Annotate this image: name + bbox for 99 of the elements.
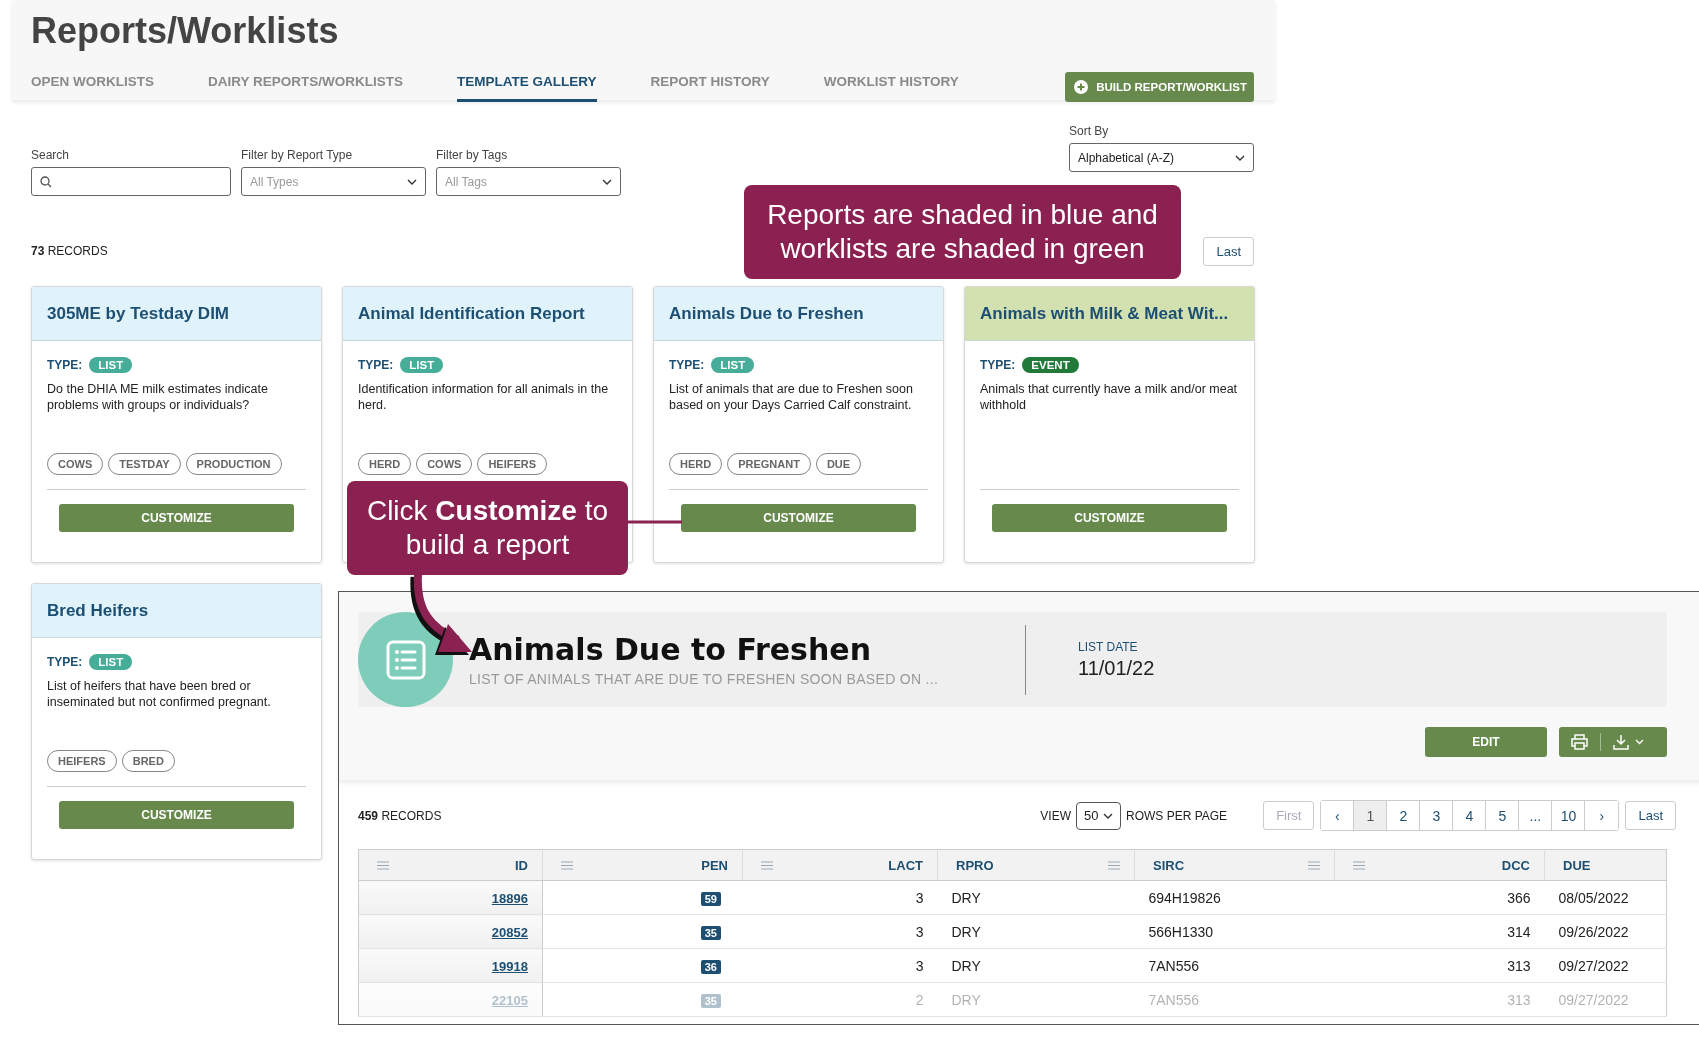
- records-count: 459 RECORDS: [358, 808, 442, 823]
- card-description: List of animals that are due to Freshen soon based on your Days Carried Calf constraint.: [669, 381, 914, 414]
- column-header[interactable]: SIRC: [1153, 857, 1185, 873]
- page-title: Reports/Worklists: [31, 10, 340, 53]
- card-description: List of heifers that have been bred or inseminated but not confirmed pregnant.: [47, 678, 272, 711]
- card-title: Animal Identification Report: [343, 287, 632, 341]
- pen-badge: 36: [700, 959, 721, 974]
- table-cell: 313: [1507, 957, 1531, 974]
- menu-icon[interactable]: [761, 860, 773, 870]
- column-header[interactable]: LACT: [888, 857, 923, 873]
- report-title: Animals Due to Freshen: [469, 632, 873, 667]
- field-label: Filter by Report Type: [241, 148, 354, 162]
- menu-icon[interactable]: [1108, 860, 1120, 870]
- table-cell: 314: [1507, 923, 1531, 940]
- table-cell: 566H1330: [1148, 923, 1214, 940]
- table-cell: 3: [915, 957, 924, 974]
- type-label: TYPE:: [47, 655, 83, 669]
- records-count: 73 RECORDS: [31, 244, 108, 258]
- table-cell: DRY: [951, 991, 981, 1008]
- view-label: VIEW: [1040, 808, 1071, 823]
- field-label: Filter by Tags: [436, 148, 509, 162]
- type-badge: LIST: [89, 357, 133, 373]
- table-cell: 7AN556: [1148, 957, 1200, 974]
- menu-icon[interactable]: [1353, 860, 1365, 870]
- table-cell: 7AN556: [1148, 991, 1200, 1008]
- column-header[interactable]: PEN: [701, 857, 728, 873]
- search-field[interactable]: [31, 167, 231, 196]
- caret-icon: [1235, 154, 1245, 161]
- field-label: Sort By: [1069, 124, 1110, 138]
- caret-icon: [407, 178, 417, 185]
- pen-badge: 35: [700, 925, 721, 940]
- table-cell: 09/27/2022: [1558, 957, 1629, 974]
- customize-button[interactable]: CUSTOMIZE: [59, 504, 294, 532]
- list-icon: [358, 612, 453, 707]
- table-cell: 3: [915, 923, 924, 940]
- table-cell: 3: [915, 889, 924, 906]
- customize-button[interactable]: CUSTOMIZE: [59, 801, 294, 829]
- menu-icon[interactable]: [1308, 860, 1320, 870]
- type-badge: LIST: [711, 357, 755, 373]
- table-cell: 694H19826: [1148, 889, 1221, 906]
- type-badge: EVENT: [1022, 357, 1079, 373]
- card-description: Identification information for all animals in the herd.: [358, 381, 610, 414]
- pen-badge: 59: [700, 891, 721, 906]
- card-title: Animals Due to Freshen: [654, 287, 943, 341]
- download-icon: [1613, 734, 1629, 750]
- sort-dropdown[interactable]: Alphabetical (A-Z): [1069, 143, 1254, 172]
- rows-per-page-dropdown[interactable]: 50: [1076, 801, 1121, 830]
- callout-text: Reports are shaded in blue and worklists are shaded in green: [766, 198, 1159, 266]
- menu-icon[interactable]: [377, 860, 389, 870]
- column-header[interactable]: ID: [515, 857, 528, 873]
- last-page-button[interactable]: Last: [1203, 236, 1254, 266]
- type-label: TYPE:: [980, 358, 1016, 372]
- type-label: TYPE:: [358, 358, 394, 372]
- print-icon: [1571, 734, 1588, 750]
- field-label: Search: [31, 148, 71, 162]
- table-cell: 2: [915, 991, 924, 1008]
- column-header[interactable]: RPRO: [956, 857, 994, 873]
- report-subtitle: LIST OF ANIMALS THAT ARE DUE TO FRESHEN SOON BASED ON ...: [469, 671, 940, 687]
- search-icon: [40, 175, 52, 188]
- type-badge: LIST: [400, 357, 444, 373]
- pen-badge: 35: [700, 993, 721, 1008]
- card-description: Do the DHIA ME milk estimates indicate problems with groups or individuals?: [47, 381, 269, 414]
- table-cell: 313: [1507, 991, 1531, 1008]
- table-cell: DRY: [951, 923, 981, 940]
- rows-per-page-label: ROWS PER PAGE: [1126, 808, 1228, 823]
- card-title: Animals with Milk & Meat Wit...: [965, 287, 1254, 341]
- list-date: 11/01/22: [1078, 656, 1155, 680]
- customize-button[interactable]: CUSTOMIZE: [681, 504, 916, 532]
- table-cell: 09/27/2022: [1558, 991, 1629, 1008]
- table-cell: 366: [1507, 889, 1531, 906]
- animal-id-link[interactable]: 18896: [491, 890, 528, 906]
- card-title: 305ME by Testday DIM: [32, 287, 321, 341]
- tab[interactable]: TEMPLATE GALLERY: [457, 70, 597, 102]
- last-page-button[interactable]: Last: [1625, 801, 1676, 830]
- card-description: Animals that currently have a milk and/or meat withhold: [980, 381, 1239, 414]
- callout-text: Click Customize to build a report: [365, 494, 610, 562]
- column-header[interactable]: DUE: [1563, 857, 1591, 873]
- caret-icon: [1635, 739, 1644, 745]
- animal-id-link[interactable]: 19918: [491, 958, 528, 974]
- table-cell: DRY: [951, 957, 981, 974]
- caret-icon: [602, 178, 612, 185]
- build-report-button[interactable]: BUILD REPORT/WORKLIST: [1065, 72, 1254, 102]
- type-label: TYPE:: [47, 358, 83, 372]
- table-cell: DRY: [951, 889, 981, 906]
- card-title: Bred Heifers: [32, 584, 321, 638]
- menu-icon[interactable]: [561, 860, 573, 870]
- page-button[interactable]: ‹: [1321, 801, 1355, 830]
- type-badge: LIST: [89, 654, 133, 670]
- animal-id-link[interactable]: 20852: [491, 924, 528, 940]
- table-cell: 08/05/2022: [1558, 889, 1629, 906]
- date-label: LIST DATE: [1078, 639, 1139, 654]
- caret-icon: [1103, 812, 1113, 819]
- table-cell: 09/26/2022: [1558, 923, 1629, 940]
- type-label: TYPE:: [669, 358, 705, 372]
- edit-button[interactable]: EDIT: [1425, 727, 1547, 757]
- page-button[interactable]: 1: [1354, 801, 1388, 830]
- plus-circle-icon: [1074, 80, 1089, 94]
- column-header[interactable]: DCC: [1501, 857, 1530, 873]
- customize-button[interactable]: CUSTOMIZE: [992, 504, 1227, 532]
